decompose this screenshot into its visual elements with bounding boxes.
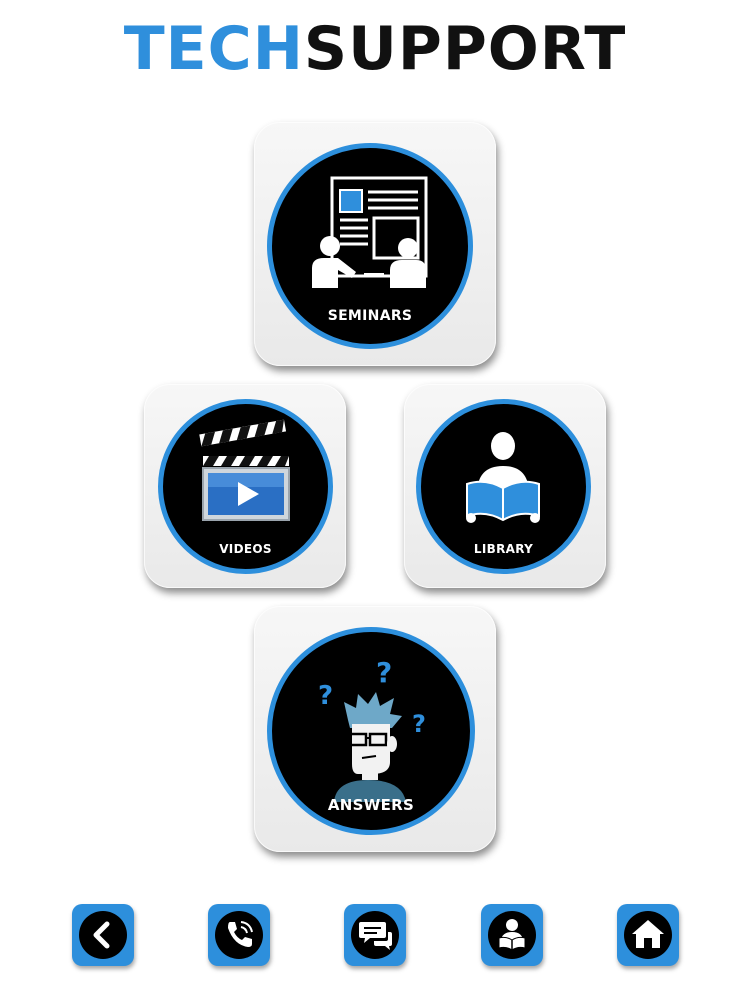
library-nav-button[interactable] bbox=[481, 904, 543, 966]
library-button[interactable]: LIBRARY bbox=[404, 384, 606, 588]
videos-button[interactable]: VIDEOS bbox=[144, 384, 346, 588]
back-chevron-icon bbox=[93, 921, 110, 949]
library-circle: LIBRARY bbox=[416, 399, 591, 574]
home-button[interactable] bbox=[617, 904, 679, 966]
svg-text:?: ? bbox=[376, 656, 392, 689]
reader-person-icon bbox=[498, 919, 526, 951]
chat-button[interactable] bbox=[344, 904, 406, 966]
svg-text:?: ? bbox=[318, 681, 333, 711]
home-icon bbox=[632, 920, 664, 948]
logo-support: SUPPORT bbox=[303, 14, 627, 84]
answers-circle: ? ? ? ANSWERS bbox=[267, 627, 475, 835]
videos-label: VIDEOS bbox=[219, 542, 272, 556]
back-button[interactable] bbox=[72, 904, 134, 966]
videos-circle: VIDEOS bbox=[158, 399, 333, 574]
svg-text:?: ? bbox=[412, 710, 426, 738]
answers-button[interactable]: ? ? ? ANSWERS bbox=[254, 606, 496, 852]
call-button[interactable] bbox=[208, 904, 270, 966]
seminars-circle: SEMINARS bbox=[267, 143, 473, 349]
answers-label: ANSWERS bbox=[327, 796, 415, 814]
logo-tech: TECH bbox=[123, 14, 304, 84]
app-logo: TECHSUPPORT bbox=[0, 14, 750, 84]
seminars-button[interactable]: SEMINARS bbox=[254, 122, 496, 366]
library-label: LIBRARY bbox=[473, 542, 534, 556]
phone-call-icon bbox=[228, 921, 253, 947]
chat-bubbles-icon bbox=[359, 922, 392, 950]
seminars-label: SEMINARS bbox=[327, 308, 413, 324]
